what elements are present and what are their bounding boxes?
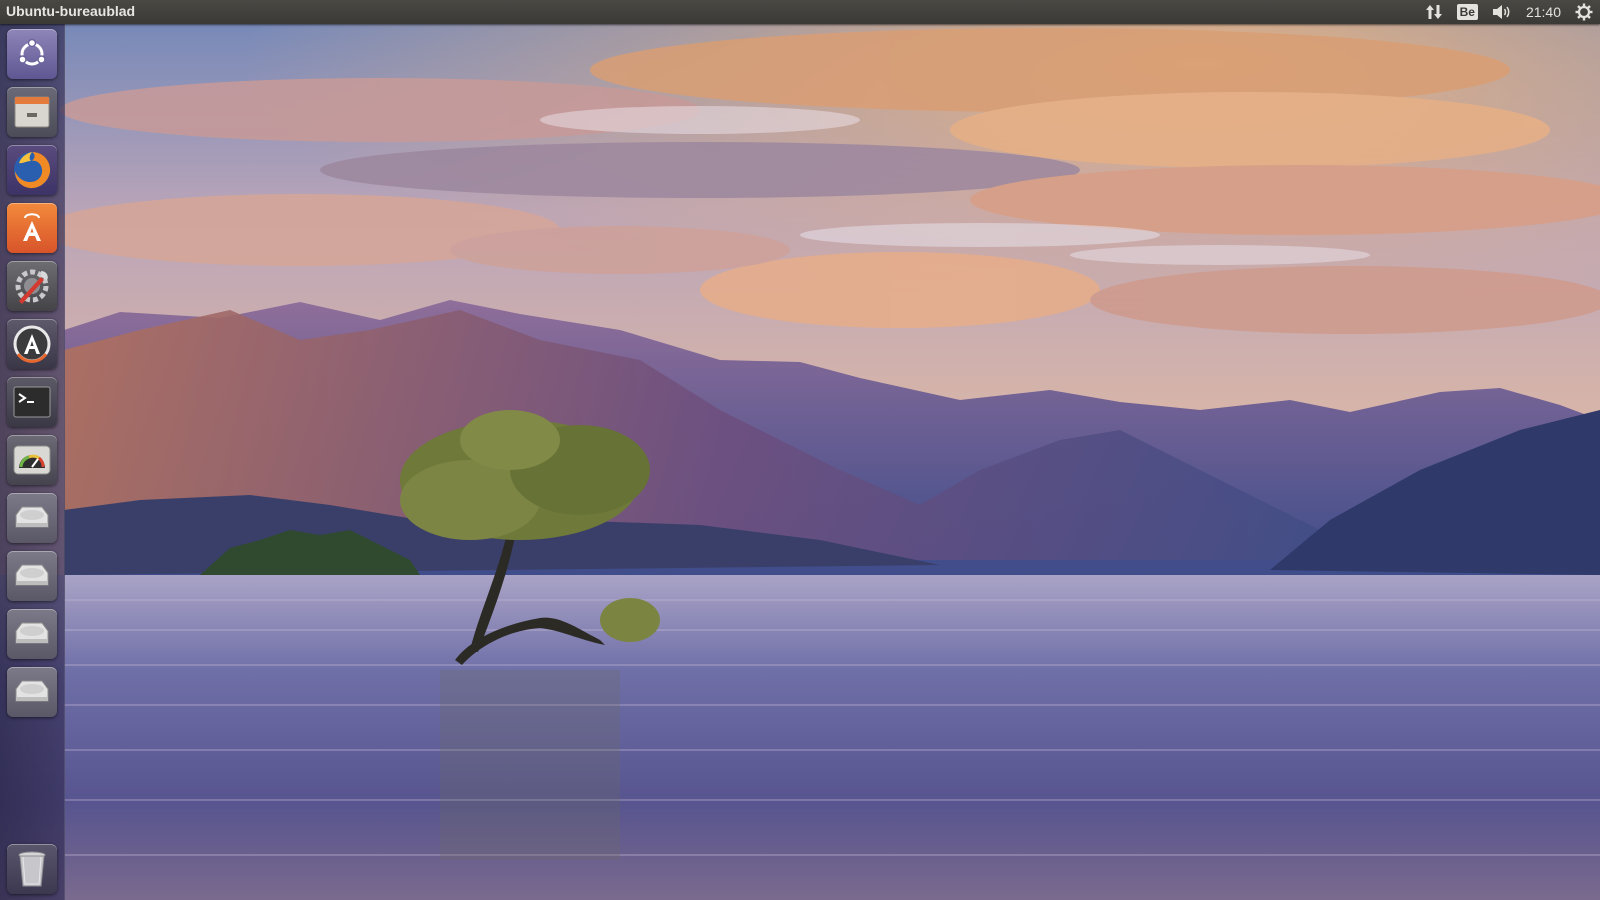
drive-icon <box>15 564 49 586</box>
keyboard-layout-indicator[interactable]: Be <box>1450 0 1485 24</box>
terminal-icon <box>13 386 51 418</box>
clock-time: 21:40 <box>1525 4 1561 20</box>
launcher <box>0 24 65 900</box>
gear-icon <box>1575 3 1593 21</box>
drive-icon <box>15 622 49 644</box>
launcher-drive-button-4[interactable] <box>7 667 57 717</box>
launcher-trash-button[interactable] <box>7 844 57 894</box>
network-indicator[interactable] <box>1418 0 1450 24</box>
network-updown-icon <box>1425 5 1442 19</box>
session-indicator[interactable] <box>1568 0 1600 24</box>
drive-icon <box>15 680 49 702</box>
top-panel: Ubuntu-bureaublad Be 21:40 <box>0 0 1600 24</box>
drive-icon <box>15 506 49 528</box>
launcher-files-button[interactable] <box>7 87 57 137</box>
firefox-icon <box>14 152 51 189</box>
launcher-terminal-button[interactable] <box>7 377 57 427</box>
launcher-updater-button[interactable] <box>7 319 57 369</box>
software-updater-icon <box>13 325 51 363</box>
window-title: Ubuntu-bureaublad <box>6 3 136 19</box>
launcher-settings-button[interactable] <box>7 261 57 311</box>
system-monitor-icon <box>13 445 51 475</box>
launcher-software-center-button[interactable] <box>7 203 57 253</box>
launcher-drive-button-1[interactable] <box>7 493 57 543</box>
ubuntu-dash-icon <box>18 38 46 66</box>
file-manager-icon <box>14 96 50 128</box>
sound-indicator[interactable] <box>1485 0 1519 24</box>
indicator-area: Be 21:40 <box>1418 0 1600 24</box>
system-settings-icon <box>15 269 49 304</box>
speaker-icon <box>1492 5 1510 19</box>
software-center-icon <box>23 213 41 241</box>
launcher-system-monitor-button[interactable] <box>7 435 57 485</box>
trash-icon <box>18 851 46 887</box>
launcher-drive-button-3[interactable] <box>7 609 57 659</box>
launcher-dash-button[interactable] <box>7 29 57 79</box>
desktop-wallpaper <box>0 0 1600 900</box>
launcher-firefox-button[interactable] <box>7 145 57 195</box>
clock-indicator[interactable]: 21:40 <box>1519 0 1568 24</box>
keyboard-layout-label: Be <box>1456 4 1478 20</box>
launcher-drive-button-2[interactable] <box>7 551 57 601</box>
